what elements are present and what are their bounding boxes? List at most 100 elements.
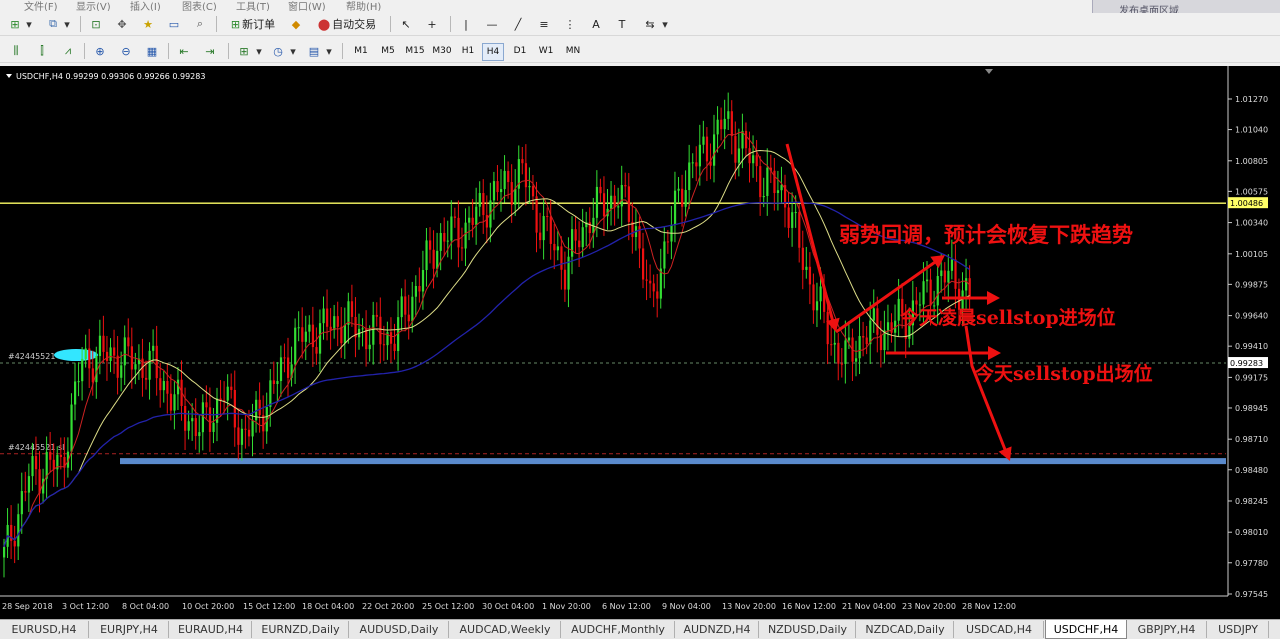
chart-header: USDCHF,H4 0.99299 0.99306 0.99266 0.9928… [16,72,205,81]
candle-body [918,304,922,306]
chart-window[interactable]: 1.01270 1.01040 1.00805 1.00575 1.00340 1.001… [0,66,1280,619]
favorites-icon[interactable]: ★ [140,16,156,32]
chart-tab[interactable]: USDJPY [1208,621,1269,638]
candle-body [379,316,382,345]
meta-editor-icon[interactable]: ◆ [288,16,304,32]
menu-item-2[interactable]: 插入(I) [130,0,161,11]
dropdown-icon[interactable]: ▾ [660,16,670,32]
timeframe-m30[interactable]: M30 [430,43,454,59]
x-tick-label: 28 Nov 12:00 [962,602,1016,611]
candle-body [134,364,137,370]
tile-windows-icon[interactable]: ▦ [144,43,160,59]
text-label-icon[interactable]: T [614,16,630,32]
chart-tab[interactable]: USDCAD,H4 [955,621,1044,638]
zoom-out-icon[interactable]: ⊖ [118,43,134,59]
dropdown-icon[interactable]: ▾ [254,43,264,59]
market-watch-icon[interactable]: ⊡ [88,16,104,32]
candle-body [865,337,868,345]
chart-tab[interactable]: EURAUD,H4 [170,621,252,638]
candle-body [673,190,677,225]
annotation-exit-level: 今天sellstop出场位 [974,362,1153,385]
candlestick-icon[interactable]: ⫿ [34,43,50,59]
timeframe-mn[interactable]: MN [562,43,584,59]
dropdown-icon[interactable]: ▾ [24,16,34,32]
price-chart[interactable]: 1.01270 1.01040 1.00805 1.00575 1.00340 1.001… [0,66,1280,619]
arrows-icon[interactable]: ⇆ [642,16,658,32]
chart-tab[interactable]: AUDCAD,Weekly [450,621,561,638]
candle-body [943,270,946,283]
auto-trading-button[interactable]: ⬤ 自动交易 [312,16,382,32]
bar-chart-icon[interactable]: ⫼ [8,43,24,59]
candle-body [198,432,201,437]
strategy-tester-icon[interactable]: ⌕ [192,16,208,32]
terminal-icon[interactable]: ▭ [166,16,182,32]
candle-body [645,279,648,281]
dropdown-icon[interactable]: ▾ [288,43,298,59]
timeframe-h4[interactable]: H4 [482,43,504,61]
chart-tab[interactable]: AUDNZD,H4 [676,621,759,638]
navigator-icon[interactable]: ✥ [114,16,130,32]
chart-tab[interactable]: GBPJPY,H4 [1127,621,1207,638]
candle-body [954,259,957,289]
candle-body [649,280,652,284]
horizontal-line-icon[interactable]: — [484,16,500,32]
candle-body [705,136,709,162]
templates-icon[interactable]: ▤ [306,43,322,59]
candle-body [858,336,861,359]
chart-tab[interactable]: AUDUSD,Daily [350,621,449,638]
timeframe-h1[interactable]: H1 [458,43,478,59]
timeframe-w1[interactable]: W1 [536,43,556,59]
chart-shift-icon[interactable]: ⇥ [202,43,218,59]
menu-item-3[interactable]: 图表(C) [182,0,217,11]
channel-icon[interactable]: ≡ [536,16,552,32]
menu-item-5[interactable]: 窗口(W) [288,0,326,11]
dropdown-icon[interactable]: ▾ [62,16,72,32]
indicators-icon[interactable]: ⊞ [236,43,252,59]
auto-trading-icon: ⬤ [317,17,331,31]
candle-body [492,181,496,201]
current-price-label: 0.99283 [1230,359,1263,368]
vertical-line-icon[interactable]: | [458,16,474,32]
chart-tab[interactable]: EURUSD,H4 [0,621,89,638]
crosshair-icon[interactable]: + [424,16,440,32]
menu-item-6[interactable]: 帮助(H) [346,0,381,11]
candle-body [652,283,655,292]
line-chart-icon[interactable]: ⩘ [60,43,76,59]
toolbar-separator [216,16,217,32]
candle-body [794,212,797,214]
new-order-button[interactable]: ⊞ 新订单 [224,16,282,32]
x-tick-label: 25 Oct 12:00 [422,602,474,611]
zoom-in-icon[interactable]: ⊕ [92,43,108,59]
candle-body [251,420,254,437]
fibonacci-icon[interactable]: ⋮ [562,16,578,32]
dropdown-icon[interactable]: ▾ [324,43,334,59]
chart-tab[interactable]: EURJPY,H4 [90,621,169,638]
menu-item-4[interactable]: 工具(T) [236,0,270,11]
candle-body [279,357,283,382]
timeframe-m5[interactable]: M5 [377,43,399,59]
menu-item-0[interactable]: 文件(F) [24,0,58,11]
timeframe-d1[interactable]: D1 [510,43,530,59]
chart-tabs: EURUSD,H4 EURJPY,H4 EURAUD,H4 EURNZD,Daily A… [0,619,1280,639]
text-icon[interactable]: A [588,16,604,32]
y-tick-label: 1.00340 [1235,219,1268,228]
timeframe-m15[interactable]: M15 [402,43,428,59]
chart-tab[interactable]: EURNZD,Daily [253,621,349,638]
candle-body [13,540,16,547]
chart-tab[interactable]: AUDCHF,Monthly [562,621,675,638]
cursor-icon[interactable]: ↖ [398,16,414,32]
x-tick-label: 22 Oct 20:00 [362,602,414,611]
menu-item-1[interactable]: 显示(V) [76,0,111,11]
periods-icon[interactable]: ◷ [270,43,286,59]
candle-body [194,418,197,437]
candle-body [890,322,893,333]
chart-tab[interactable]: NZDCAD,Daily [857,621,954,638]
new-chart-icon[interactable]: ⊞ [6,16,24,32]
profiles-icon[interactable]: ⧉ [44,16,62,32]
auto-scroll-icon[interactable]: ⇤ [176,43,192,59]
trendline-icon[interactable]: ╱ [510,16,526,32]
chart-tab[interactable]: USDCHF,H4 [1045,620,1127,639]
chart-tab[interactable]: NZDUSD,Daily [760,621,856,638]
candle-body [350,301,354,317]
timeframe-m1[interactable]: M1 [350,43,372,59]
